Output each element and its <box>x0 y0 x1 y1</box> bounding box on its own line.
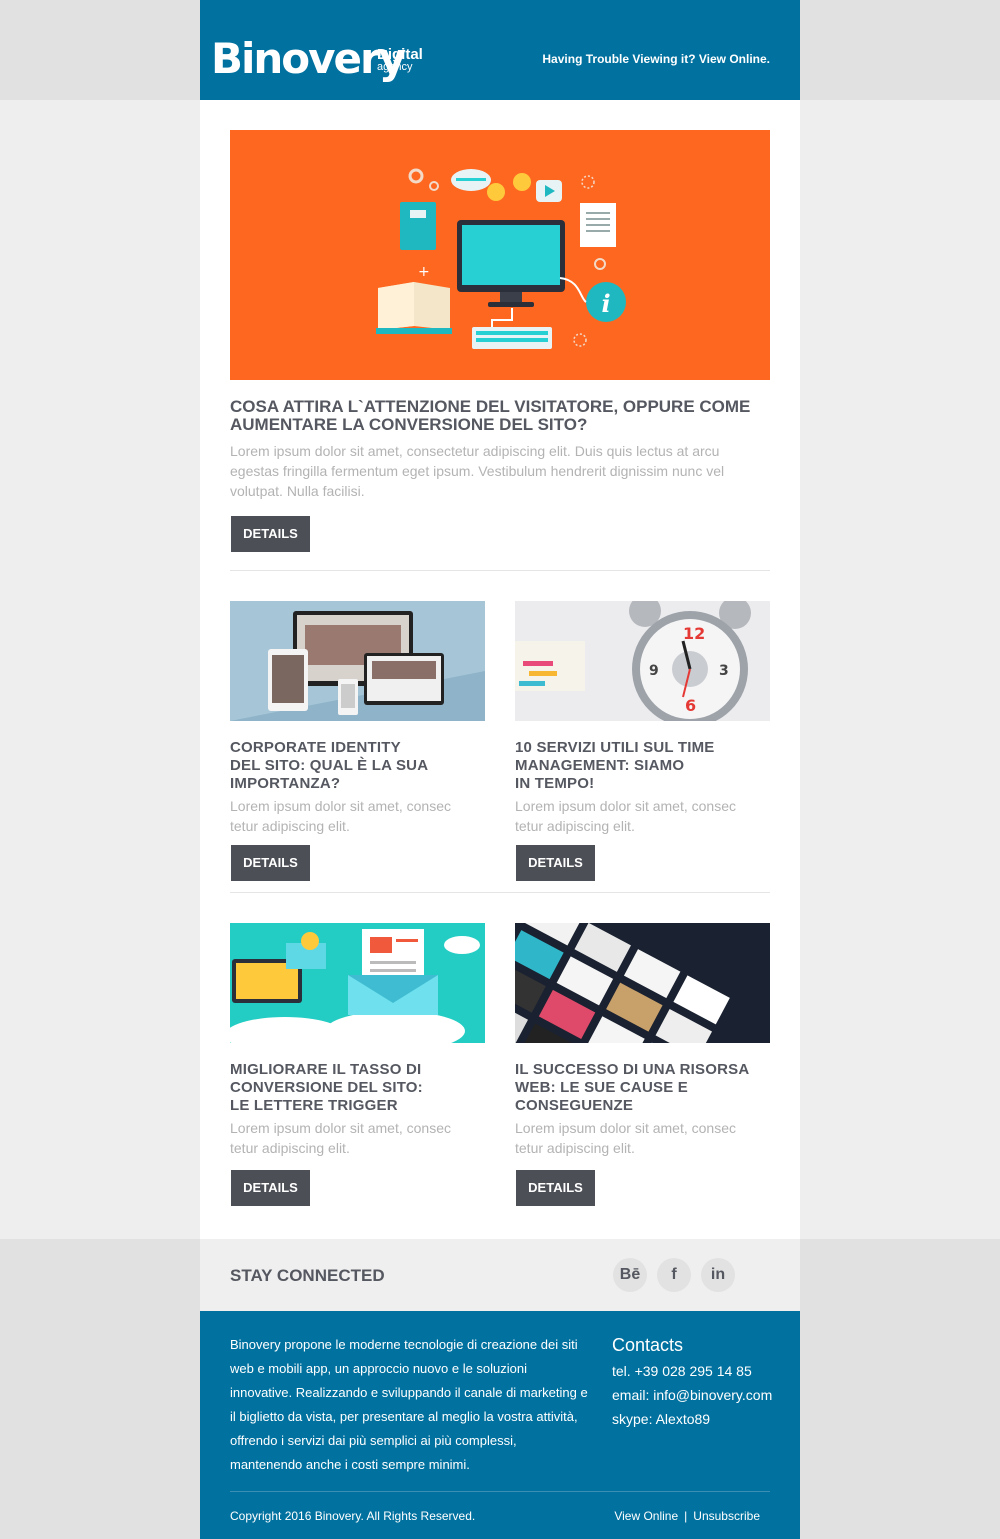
hero-image: i + <box>230 130 770 380</box>
footer: Binovery propone le moderne tecnologie d… <box>200 1311 800 1539</box>
card-image-websites <box>515 923 770 1043</box>
card-image-devices <box>230 601 485 721</box>
card-image-clock: 12 9 3 6 <box>515 601 770 721</box>
contact-email[interactable]: email: info@binovery.com <box>612 1387 772 1403</box>
website-mockups-icon <box>515 923 770 1043</box>
unsubscribe-link[interactable]: Unsubscribe <box>693 1509 760 1523</box>
svg-text:6: 6 <box>685 696 696 715</box>
divider <box>230 570 770 571</box>
card-text: Lorem ipsum dolor sit amet, consec tetur… <box>515 798 736 834</box>
alarm-clock-icon: 12 9 3 6 <box>515 601 770 721</box>
hero-details-button[interactable]: DETAILS <box>231 516 310 552</box>
divider <box>230 892 770 893</box>
contact-phone[interactable]: tel. +39 028 295 14 85 <box>612 1363 752 1379</box>
svg-text:12: 12 <box>683 624 705 643</box>
footer-view-online-link[interactable]: View Online <box>614 1509 678 1523</box>
card-title: MIGLIORARE IL TASSO DI CONVERSIONE DEL S… <box>230 1061 423 1114</box>
copyright: Copyright 2016 Binovery. All Rights Rese… <box>230 1509 476 1523</box>
footer-link-separator: | <box>684 1509 688 1523</box>
header: Binovery Digital agency Having Trouble V… <box>200 0 800 100</box>
svg-text:i: i <box>601 289 610 318</box>
card-title: 10 SERVIZI UTILI SUL TIME MANAGEMENT: SI… <box>515 739 715 792</box>
card-text: Lorem ipsum dolor sit amet, consec tetur… <box>230 798 451 834</box>
footer-divider <box>230 1491 770 1492</box>
email-container: Binovery Digital agency Having Trouble V… <box>200 0 800 1539</box>
stay-connected-title: STAY CONNECTED <box>230 1266 385 1285</box>
devices-illustration-icon <box>230 601 485 721</box>
social-section: STAY CONNECTED Bē f in <box>200 1239 800 1311</box>
card-details-button[interactable]: DETAILS <box>516 1170 595 1206</box>
card-title: CORPORATE IDENTITY DEL SITO: QUAL È LA S… <box>230 739 429 792</box>
footer-about: Binovery propone le moderne tecnologie d… <box>230 1337 588 1472</box>
logo-tagline-agency: agency <box>377 61 413 73</box>
svg-text:3: 3 <box>719 663 729 679</box>
facebook-icon[interactable]: f <box>657 1258 691 1292</box>
card-details-button[interactable]: DETAILS <box>516 845 595 881</box>
card-text: Lorem ipsum dolor sit amet, consec tetur… <box>515 1120 736 1156</box>
hero-title: COSA ATTIRA L`ATTENZIONE DEL VISITATORE,… <box>230 397 751 434</box>
card-details-button[interactable]: DETAILS <box>231 845 310 881</box>
behance-icon[interactable]: Bē <box>613 1258 647 1292</box>
linkedin-icon[interactable]: in <box>701 1258 735 1292</box>
card-text: Lorem ipsum dolor sit amet, consec tetur… <box>230 1120 451 1156</box>
svg-text:+: + <box>418 264 430 280</box>
contact-skype[interactable]: skype: Alexto89 <box>612 1411 710 1427</box>
hero-text: Lorem ipsum dolor sit amet, consectetur … <box>230 443 725 499</box>
logo-wordmark: Binovery <box>211 34 406 83</box>
card-details-button[interactable]: DETAILS <box>231 1170 310 1206</box>
email-envelope-icon <box>230 923 485 1043</box>
logo-tagline-digital: Digital <box>377 46 423 63</box>
view-online-link[interactable]: Having Trouble Viewing it? View Online. <box>542 52 770 66</box>
hero-illustration-icon: i + <box>376 168 626 349</box>
card-title: IL SUCCESSO DI UNA RISORSA WEB: LE SUE C… <box>515 1061 750 1114</box>
contacts-title: Contacts <box>612 1335 684 1355</box>
footer-links: View Online | Unsubscribe <box>614 1509 760 1523</box>
card-image-email <box>230 923 485 1043</box>
svg-text:9: 9 <box>649 663 659 679</box>
